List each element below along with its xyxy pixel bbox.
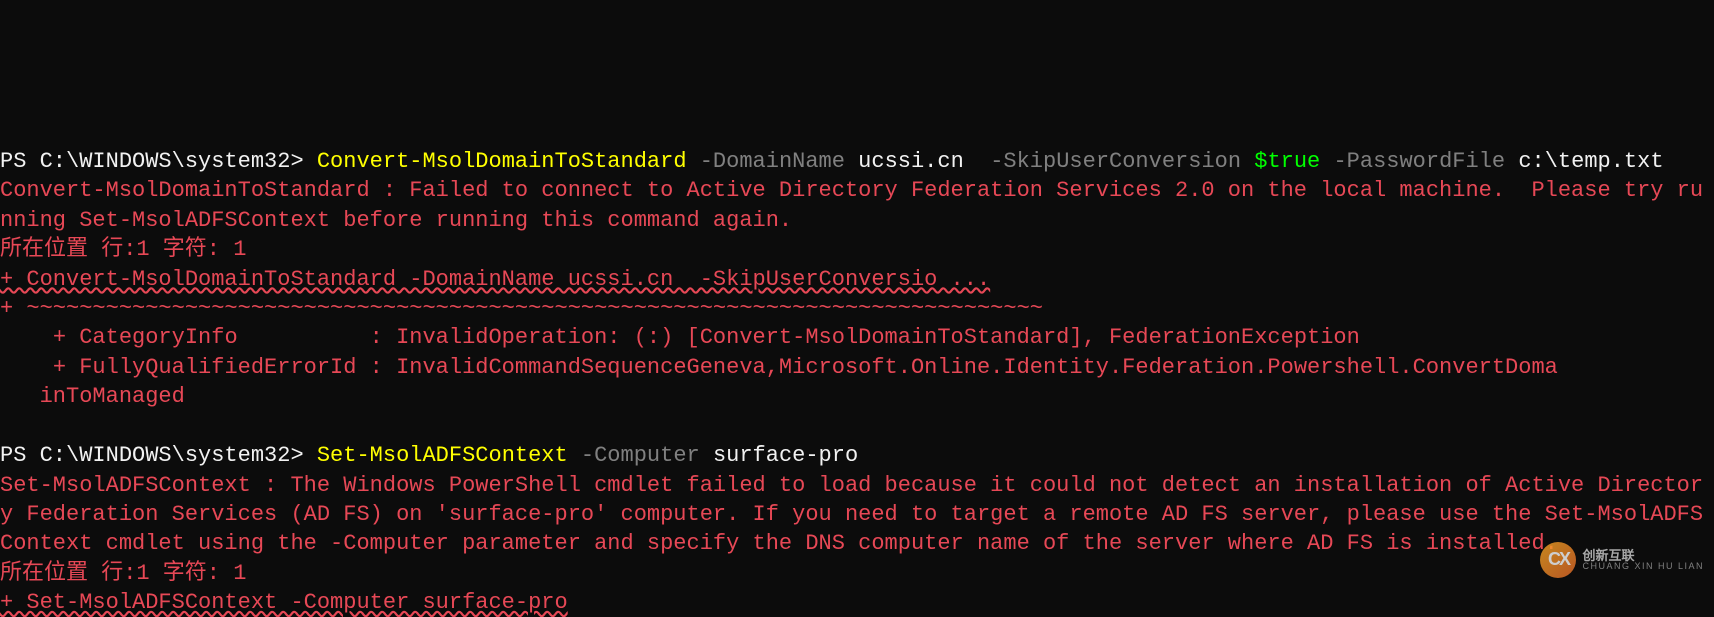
- ps-command: Convert-MsolDomainToStandard: [317, 149, 687, 174]
- ps-argument: surface-pro: [713, 443, 858, 468]
- ps-error-message: Set-MsolADFSContext : The Windows PowerS…: [0, 473, 1703, 557]
- terminal-line: PS C:\WINDOWS\system32> Convert-MsolDoma…: [0, 149, 1664, 174]
- ps-error-fqid-cont: inToManaged: [0, 384, 185, 409]
- ps-error-tilde: + ~~~~~~~~~~~~~~~~~~~~~~~~~~~~~~~~~~~~~~…: [0, 296, 1043, 321]
- ps-space: [1241, 149, 1254, 174]
- ps-error-blank: [0, 414, 13, 439]
- ps-space: [1320, 149, 1333, 174]
- ps-error-trace: + Convert-MsolDomainToStandard -DomainNa…: [0, 267, 990, 292]
- ps-parameter: -Computer: [581, 443, 700, 468]
- ps-command: Set-MsolADFSContext: [317, 443, 568, 468]
- ps-parameter: -PasswordFile: [1333, 149, 1505, 174]
- ps-prompt: PS C:\WINDOWS\system32>: [0, 149, 317, 174]
- ps-argument: c:\temp.txt: [1518, 149, 1663, 174]
- ps-error-trace: + Set-MsolADFSContext -Computer surface-…: [0, 590, 568, 615]
- powershell-terminal[interactable]: PS C:\WINDOWS\system32> Convert-MsolDoma…: [0, 147, 1714, 617]
- ps-error-fqid: + FullyQualifiedErrorId : InvalidCommand…: [0, 355, 1558, 380]
- ps-space: [687, 149, 700, 174]
- terminal-line: PS C:\WINDOWS\system32> Set-MsolADFSCont…: [0, 443, 858, 468]
- ps-space: [1505, 149, 1518, 174]
- ps-parameter: -SkipUserConversion: [990, 149, 1241, 174]
- ps-error-category: + CategoryInfo : InvalidOperation: (:) […: [0, 325, 1360, 350]
- ps-error-message: Convert-MsolDomainToStandard : Failed to…: [0, 178, 1703, 232]
- ps-space: [845, 149, 858, 174]
- ps-error-position: 所在位置 行:1 字符: 1: [0, 237, 246, 262]
- ps-space: [700, 443, 713, 468]
- ps-argument: ucssi.cn: [858, 149, 964, 174]
- ps-prompt: PS C:\WINDOWS\system32>: [0, 443, 317, 468]
- ps-space: [568, 443, 581, 468]
- ps-parameter: -DomainName: [700, 149, 845, 174]
- ps-variable: $true: [1254, 149, 1320, 174]
- ps-space: [964, 149, 990, 174]
- ps-error-position: 所在位置 行:1 字符: 1: [0, 561, 246, 586]
